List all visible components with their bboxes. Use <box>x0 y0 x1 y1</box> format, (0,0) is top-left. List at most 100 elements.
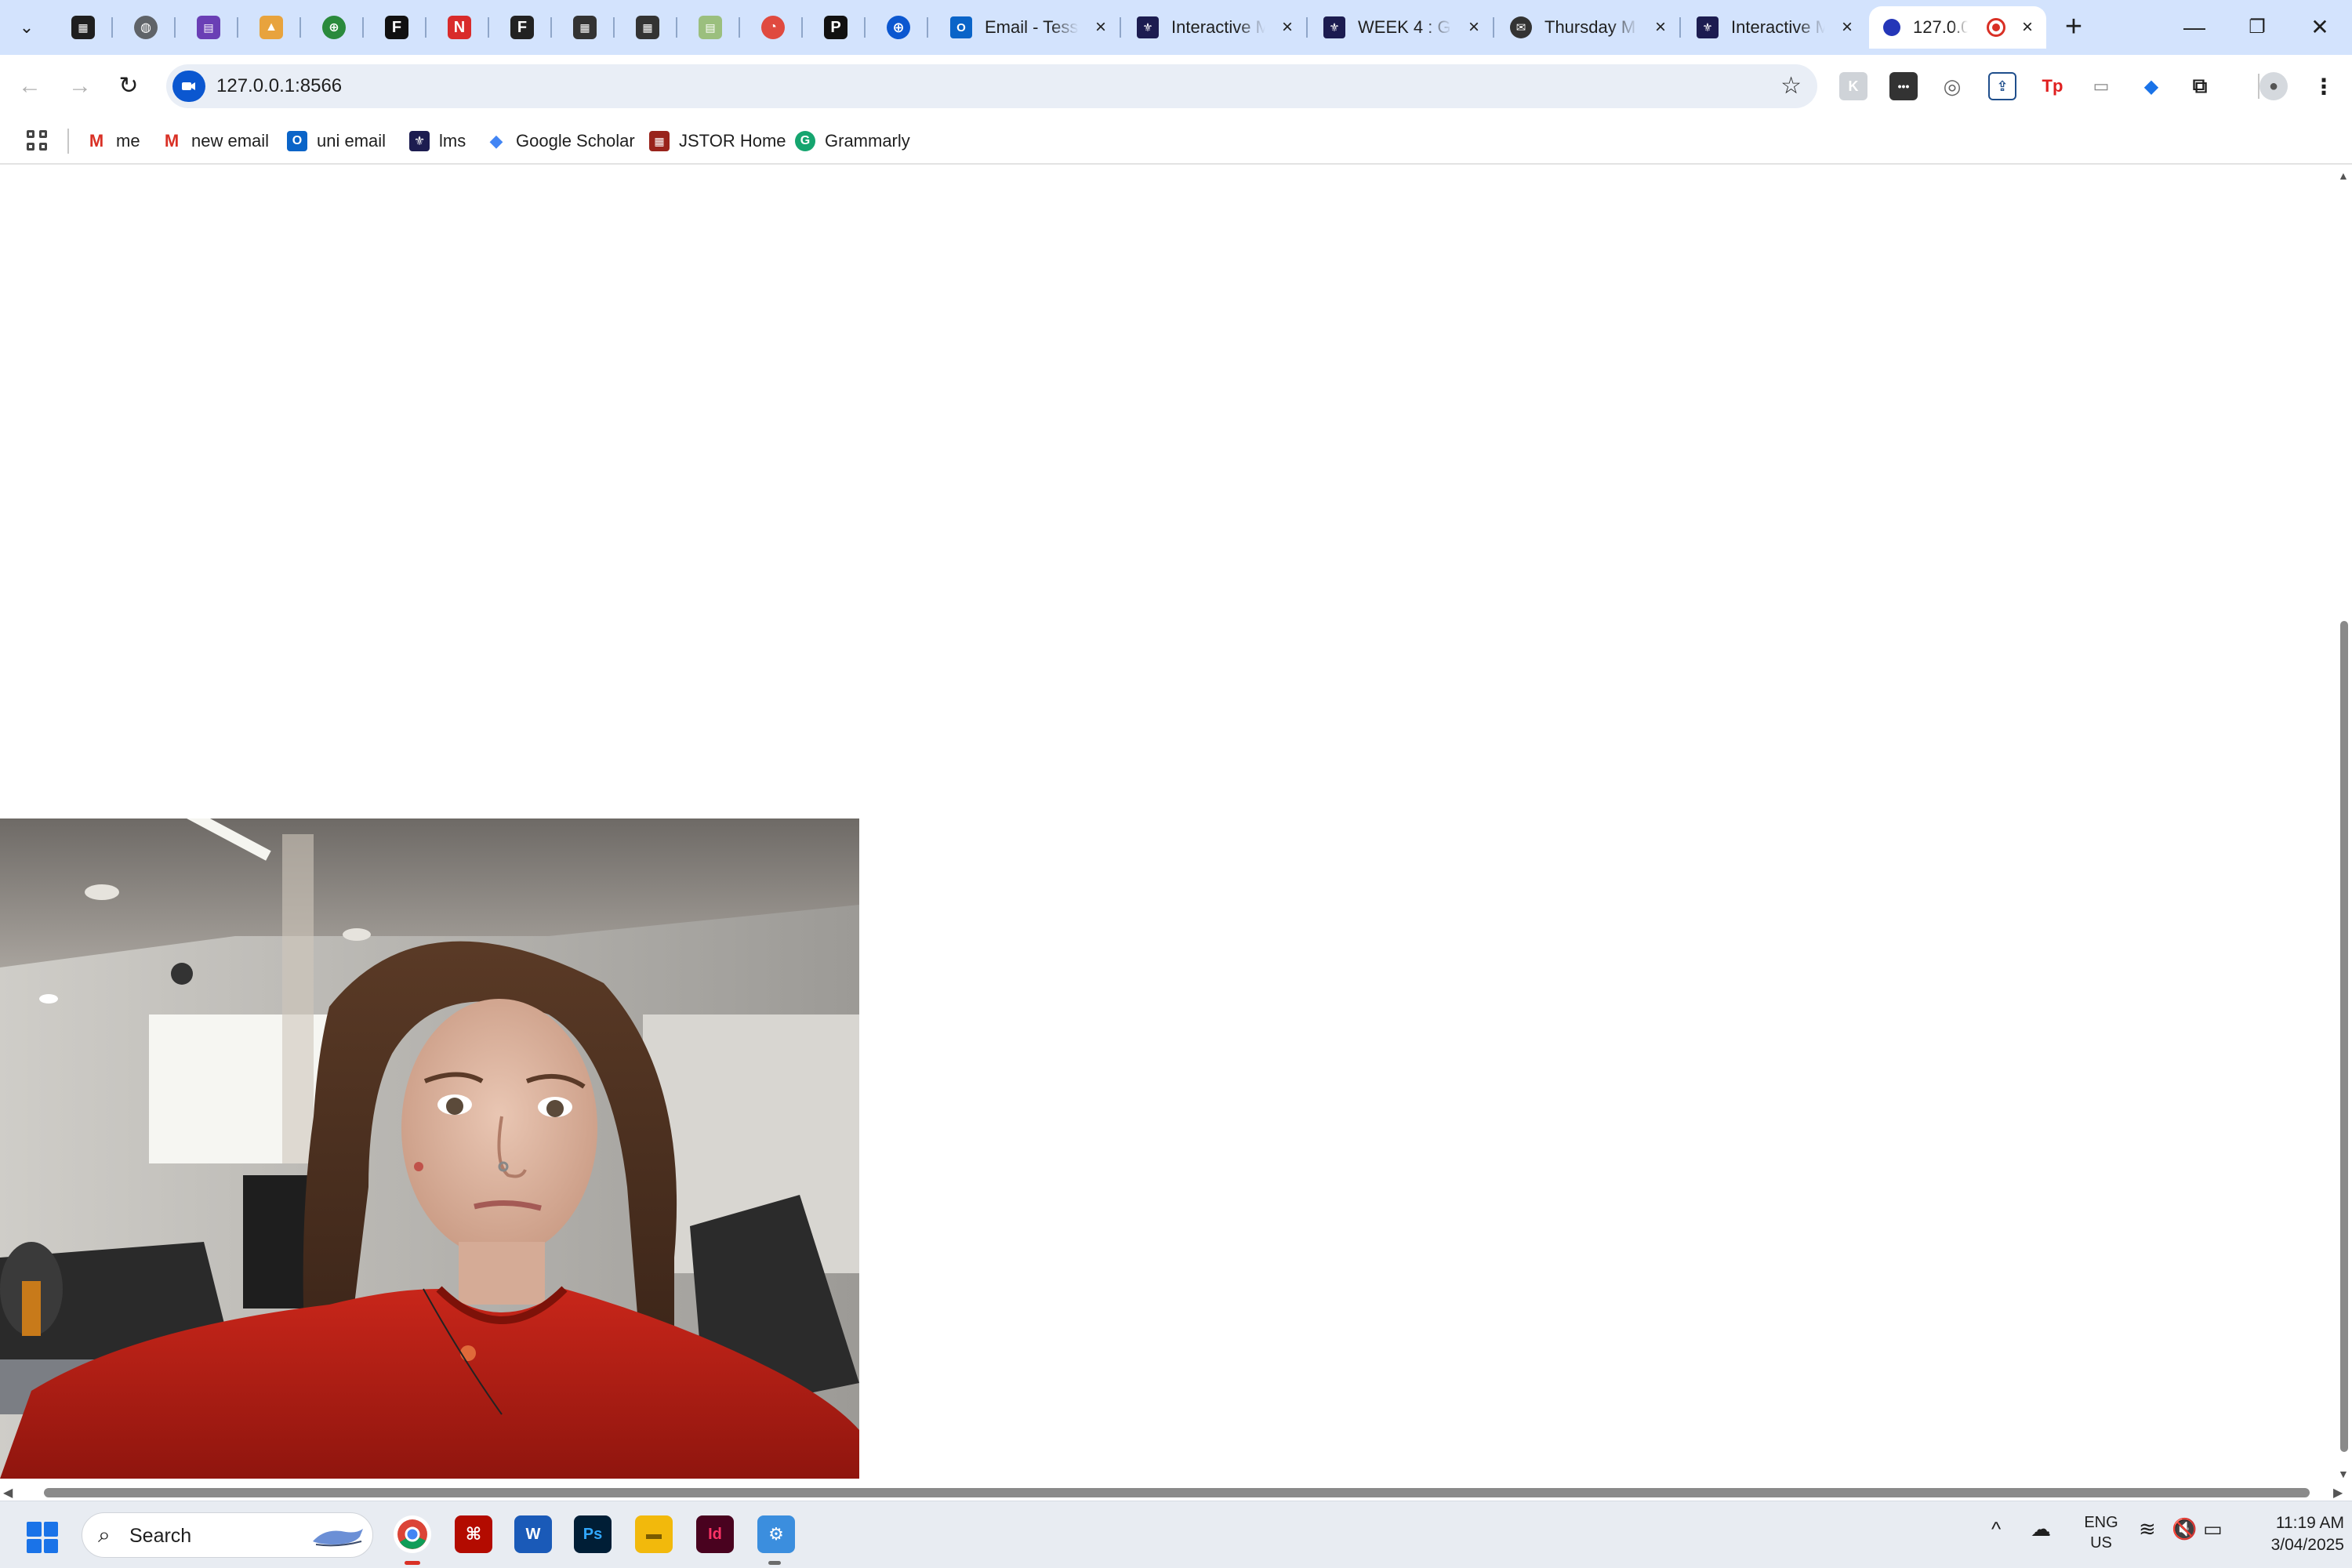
back-button[interactable]: ← <box>13 69 47 103</box>
pinned-tab[interactable]: F <box>500 9 544 45</box>
bookmark-new-email[interactable]: M new email <box>162 125 269 157</box>
system-clock[interactable]: 11:19 AM 3/04/2025 <box>2227 1512 2344 1556</box>
close-window-button[interactable]: ✕ <box>2292 8 2347 47</box>
scholar-extension-icon[interactable]: ◆ <box>2137 72 2165 100</box>
taskbar-search-box[interactable]: ⌕ Search <box>82 1512 373 1558</box>
pinned-tab[interactable]: ▦ <box>563 9 607 45</box>
pinned-tab[interactable]: ▤ <box>187 9 230 45</box>
menu-kebab-icon[interactable]: ⋮ <box>2310 72 2338 100</box>
mail-icon: ✉ <box>1510 16 1532 38</box>
gmail-icon: M <box>162 131 182 151</box>
forward-button[interactable]: → <box>63 69 97 103</box>
tab-separator <box>550 17 552 38</box>
outlook-icon: O <box>287 131 307 151</box>
pinned-tab[interactable]: ▲ <box>249 9 293 45</box>
show-hidden-icons-chevron[interactable]: ^ <box>1991 1517 2001 1541</box>
extension-icon[interactable]: K <box>1839 72 1867 100</box>
onedrive-warning-icon[interactable]: ☁ <box>2031 1517 2051 1541</box>
vertical-scroll-thumb[interactable] <box>2340 621 2348 1452</box>
extensions-puzzle-icon[interactable]: ⧉ <box>2186 72 2214 100</box>
file-explorer-taskbar-icon[interactable]: ▬ <box>635 1515 673 1553</box>
scroll-right-arrow[interactable]: ▶ <box>2333 1485 2343 1501</box>
extension-icon[interactable]: ••• <box>1889 72 1918 100</box>
tab-localhost-active[interactable]: 127.0.0. × <box>1869 6 2046 49</box>
pinned-tab[interactable]: ▤ <box>688 9 732 45</box>
tab-separator <box>739 17 740 38</box>
volume-muted-icon[interactable]: 🔇 <box>2172 1517 2197 1541</box>
pinned-tab[interactable]: P <box>814 9 858 45</box>
horizontal-scroll-thumb[interactable] <box>44 1488 2310 1497</box>
webcam-video-feed <box>0 818 859 1479</box>
search-icon: ⌕ <box>98 1523 111 1547</box>
pinned-tab[interactable]: ▦ <box>626 9 670 45</box>
p-app-icon: P <box>824 16 848 39</box>
pinned-tab[interactable]: N <box>437 9 481 45</box>
close-icon[interactable]: × <box>1276 16 1298 38</box>
word-taskbar-icon[interactable]: W <box>514 1515 552 1553</box>
close-icon[interactable]: × <box>1090 16 1112 38</box>
university-icon: ⚜ <box>1137 16 1159 38</box>
tab-week-4[interactable]: ⚜ WEEK 4 : Gu × <box>1309 6 1493 49</box>
bookmark-lms[interactable]: ⚜ lms <box>409 125 466 157</box>
minimize-button[interactable]: — <box>2167 8 2222 47</box>
chrome-taskbar-icon[interactable] <box>394 1515 431 1553</box>
pinned-tab[interactable]: ▦ <box>61 9 105 45</box>
bookmark-label: Grammarly <box>825 131 910 151</box>
grammarly-extension-icon[interactable]: ◎ <box>1938 72 1966 100</box>
close-icon[interactable]: × <box>1463 16 1485 38</box>
tab-separator <box>1120 17 1121 38</box>
tab-separator <box>801 17 803 38</box>
camera-icon[interactable] <box>172 71 205 102</box>
tab-email[interactable]: O Email - Tessi × <box>936 6 1120 49</box>
restore-button[interactable]: ❐ <box>2230 8 2285 47</box>
tab-thursday[interactable]: ✉ Thursday M × <box>1496 6 1679 49</box>
python-app-taskbar-icon[interactable]: ⚙ <box>757 1515 795 1553</box>
upload-extension-icon[interactable]: ⇪ <box>1988 72 2016 100</box>
tab-interactive-media[interactable]: ⚜ Interactive M × <box>1123 6 1306 49</box>
pinned-tab[interactable]: ⊕ <box>312 9 356 45</box>
pinned-tab[interactable]: F <box>375 9 419 45</box>
n-app-icon: N <box>448 16 471 39</box>
close-icon[interactable]: × <box>2016 16 2038 38</box>
bookmark-star-icon[interactable]: ☆ <box>1780 72 1802 100</box>
tab-search-button[interactable]: ⌄ <box>8 11 45 44</box>
profile-avatar[interactable]: ● <box>2259 72 2288 100</box>
bookmark-uni-email[interactable]: O uni email <box>287 125 386 157</box>
apps-grid-icon[interactable] <box>24 127 50 154</box>
tp-extension-icon[interactable]: Tp <box>2038 72 2067 100</box>
address-bar[interactable]: 127.0.0.1:8566 ☆ <box>166 64 1817 108</box>
tab-title: 127.0.0. <box>1913 17 1968 37</box>
windows-start-icon[interactable] <box>27 1522 58 1553</box>
close-icon[interactable]: × <box>1650 16 1671 38</box>
language-indicator[interactable]: ENG US <box>2078 1512 2125 1553</box>
bookmark-google-scholar[interactable]: ◆ Google Scholar <box>486 125 635 157</box>
bookmark-grammarly[interactable]: G Grammarly <box>795 125 910 157</box>
close-icon[interactable]: × <box>1836 16 1858 38</box>
bookmark-label: new email <box>191 131 270 151</box>
tab-separator <box>174 17 176 38</box>
pinned-tab[interactable]: ◍ <box>124 9 168 45</box>
battery-icon[interactable]: ▭ <box>2203 1517 2223 1541</box>
scroll-up-arrow[interactable]: ▲ <box>2338 169 2349 182</box>
pinned-tab[interactable]: ◔ <box>751 9 795 45</box>
acrobat-taskbar-icon[interactable]: ⌘ <box>455 1515 492 1553</box>
f-app-icon: F <box>385 16 408 39</box>
bookmark-label: JSTOR Home <box>679 131 786 151</box>
tab-title: Interactive M <box>1731 17 1825 37</box>
university-icon: ⚜ <box>1323 16 1345 38</box>
horizontal-scrollbar[interactable]: ◀ ▶ <box>0 1483 2352 1501</box>
pinned-tab[interactable]: ⊕ <box>877 9 920 45</box>
bookmark-jstor[interactable]: ▦ JSTOR Home <box>649 125 786 157</box>
photoshop-taskbar-icon[interactable]: Ps <box>574 1515 612 1553</box>
vertical-scrollbar[interactable]: ▲ ▼ <box>2336 166 2352 1483</box>
new-tab-button[interactable]: + <box>2056 9 2092 45</box>
tab-strip: ⌄ ▦ ◍ ▤ ▲ ⊕ F N F ▦ ▦ ▤ ◔ P ⊕ O Email - … <box>0 0 2352 55</box>
reload-button[interactable]: ↻ <box>111 69 146 103</box>
document-extension-icon[interactable]: ▭ <box>2087 72 2115 100</box>
scroll-down-arrow[interactable]: ▼ <box>2338 1468 2349 1480</box>
tab-interactive-media-2[interactable]: ⚜ Interactive M × <box>1682 6 1866 49</box>
scroll-left-arrow[interactable]: ◀ <box>3 1485 13 1501</box>
bookmark-me[interactable]: M me <box>86 125 140 157</box>
indesign-taskbar-icon[interactable]: Id <box>696 1515 734 1553</box>
wifi-icon[interactable]: ≋ <box>2139 1517 2156 1541</box>
